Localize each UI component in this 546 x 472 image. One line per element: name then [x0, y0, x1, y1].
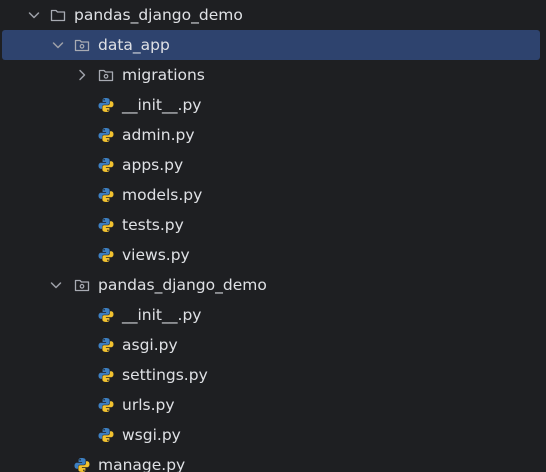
python-file-icon: [98, 98, 114, 112]
python-file-icon: [98, 398, 114, 412]
tree-row-file[interactable]: models.py: [0, 180, 546, 210]
project-tree: pandas_django_demo data_app migrations _…: [0, 0, 546, 472]
tree-row-label: migrations: [122, 66, 205, 84]
tree-row-label: pandas_django_demo: [98, 276, 267, 294]
tree-row-file[interactable]: manage.py: [0, 450, 546, 472]
python-file-icon: [98, 128, 114, 142]
tree-row-label: manage.py: [98, 456, 186, 472]
python-file-icon: [98, 188, 114, 202]
tree-row-label: __init__.py: [122, 306, 202, 324]
chevron-right-icon[interactable]: [74, 67, 90, 83]
tree-row-file[interactable]: admin.py: [0, 120, 546, 150]
tree-row-file[interactable]: tests.py: [0, 210, 546, 240]
tree-row-data-app[interactable]: data_app: [2, 30, 540, 60]
tree-row-root[interactable]: pandas_django_demo: [0, 0, 546, 30]
tree-row-file[interactable]: wsgi.py: [0, 420, 546, 450]
tree-row-label: pandas_django_demo: [74, 6, 243, 24]
tree-row-project-package[interactable]: pandas_django_demo: [0, 270, 546, 300]
tree-row-label: tests.py: [122, 216, 184, 234]
python-file-icon: [98, 338, 114, 352]
tree-row-file[interactable]: settings.py: [0, 360, 546, 390]
python-file-icon: [74, 458, 90, 472]
python-file-icon: [98, 218, 114, 232]
tree-row-label: __init__.py: [122, 96, 202, 114]
tree-row-file[interactable]: urls.py: [0, 390, 546, 420]
tree-row-file[interactable]: apps.py: [0, 150, 546, 180]
tree-row-label: views.py: [122, 246, 190, 264]
python-file-icon: [98, 308, 114, 322]
tree-row-label: apps.py: [122, 156, 184, 174]
tree-row-label: urls.py: [122, 396, 175, 414]
tree-row-migrations[interactable]: migrations: [0, 60, 546, 90]
chevron-down-icon[interactable]: [48, 277, 64, 293]
tree-row-file[interactable]: views.py: [0, 240, 546, 270]
folder-icon: [50, 9, 66, 22]
tree-row-label: admin.py: [122, 126, 195, 144]
python-file-icon: [98, 368, 114, 382]
tree-row-label: data_app: [98, 36, 170, 54]
python-file-icon: [98, 158, 114, 172]
tree-row-label: models.py: [122, 186, 203, 204]
chevron-down-icon[interactable]: [50, 37, 66, 53]
tree-row-label: wsgi.py: [122, 426, 181, 444]
python-file-icon: [98, 428, 114, 442]
chevron-down-icon[interactable]: [26, 7, 42, 23]
tree-row-label: settings.py: [122, 366, 208, 384]
package-folder-icon: [98, 69, 114, 82]
tree-row-file[interactable]: __init__.py: [0, 300, 546, 330]
package-folder-icon: [74, 39, 90, 52]
tree-row-file[interactable]: asgi.py: [0, 330, 546, 360]
tree-row-file[interactable]: __init__.py: [0, 90, 546, 120]
tree-row-label: asgi.py: [122, 336, 178, 354]
python-file-icon: [98, 248, 114, 262]
package-folder-icon: [74, 279, 90, 292]
